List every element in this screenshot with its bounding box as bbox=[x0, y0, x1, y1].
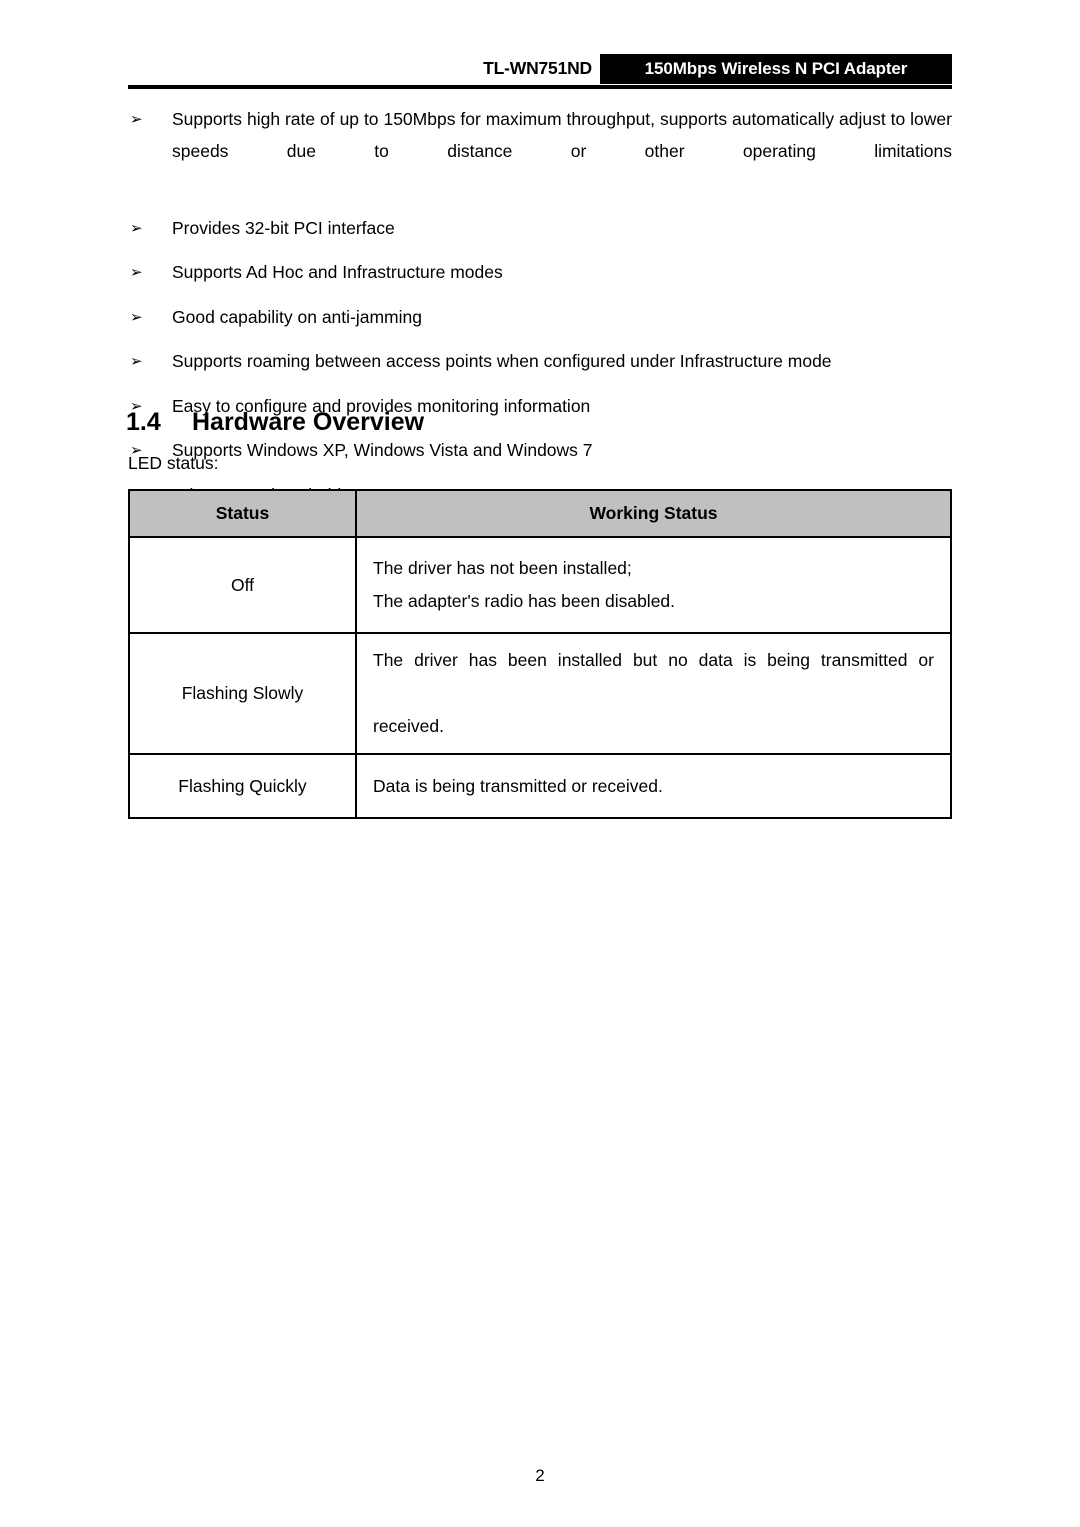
cell-working-status: The driver has not been installed; The a… bbox=[355, 536, 952, 634]
column-header-status: Status bbox=[128, 489, 357, 538]
document-page: TL-WN751ND 150Mbps Wireless N PCI Adapte… bbox=[0, 0, 1080, 1527]
arrow-bullet-icon: ➢ bbox=[130, 352, 143, 370]
header-model-name: TL-WN751ND bbox=[483, 58, 592, 78]
section-number: 1.4 bbox=[126, 408, 161, 436]
list-item-text: Supports roaming between access points w… bbox=[172, 351, 832, 371]
cell-status: Flashing Slowly bbox=[128, 632, 357, 755]
arrow-bullet-icon: ➢ bbox=[130, 307, 143, 326]
led-status-label: LED status: bbox=[128, 453, 219, 473]
cell-working-status: The driver has been installed but no dat… bbox=[355, 632, 952, 755]
table-row: Flashing Slowly The driver has been inst… bbox=[128, 632, 952, 755]
cell-text-line: The driver has not been installed; bbox=[373, 558, 632, 578]
table-row: Flashing Quickly Data is being transmitt… bbox=[128, 753, 952, 819]
list-item-text: Good capability on anti-jamming bbox=[172, 306, 422, 327]
list-item: ➢ Supports roaming between access points… bbox=[128, 345, 952, 377]
list-item: ➢ Provides 32-bit PCI interface bbox=[128, 212, 952, 244]
table-row: Off The driver has not been installed; T… bbox=[128, 536, 952, 634]
list-item: ➢ Supports Windows XP, Windows Vista and… bbox=[128, 434, 952, 466]
list-item-text: Supports Ad Hoc and Infrastructure modes bbox=[172, 262, 503, 282]
list-item-text: Supports Windows XP, Windows Vista and W… bbox=[172, 440, 593, 460]
cell-status: Flashing Quickly bbox=[128, 753, 357, 819]
cell-text-line: The driver has been installed but no dat… bbox=[373, 650, 934, 670]
list-item-text: Supports high rate of up to 150Mbps for … bbox=[172, 109, 952, 161]
led-status-table: Status Working Status Off The driver has… bbox=[128, 489, 952, 819]
feature-list: ➢ Supports high rate of up to 150Mbps fo… bbox=[128, 103, 952, 523]
column-header-working-status: Working Status bbox=[355, 489, 952, 538]
running-header: TL-WN751ND 150Mbps Wireless N PCI Adapte… bbox=[128, 54, 952, 86]
cell-text-line: The adapter's radio has been disabled. bbox=[373, 591, 676, 611]
list-item-text: Provides 32-bit PCI interface bbox=[172, 217, 395, 238]
arrow-bullet-icon: ➢ bbox=[130, 110, 143, 128]
list-item: ➢ Supports Ad Hoc and Infrastructure mod… bbox=[128, 256, 952, 288]
page-number: 2 bbox=[535, 1466, 545, 1485]
list-item: ➢ Good capability on anti-jamming bbox=[128, 301, 952, 333]
table-header-row: Status Working Status bbox=[128, 489, 952, 538]
arrow-bullet-icon: ➢ bbox=[130, 263, 143, 281]
header-product-banner: 150Mbps Wireless N PCI Adapter bbox=[600, 54, 952, 84]
list-item: ➢ Supports high rate of up to 150Mbps fo… bbox=[128, 103, 952, 199]
cell-text-line: Data is being transmitted or received. bbox=[373, 775, 663, 796]
cell-working-status: Data is being transmitted or received. bbox=[355, 753, 952, 819]
header-divider-rule bbox=[128, 85, 952, 89]
cell-text-line: received. bbox=[373, 716, 445, 736]
section-title: Hardware Overview bbox=[192, 408, 425, 436]
arrow-bullet-icon: ➢ bbox=[130, 218, 143, 237]
cell-status: Off bbox=[128, 536, 357, 634]
section-heading: 1.4 Hardware Overview bbox=[126, 408, 424, 437]
